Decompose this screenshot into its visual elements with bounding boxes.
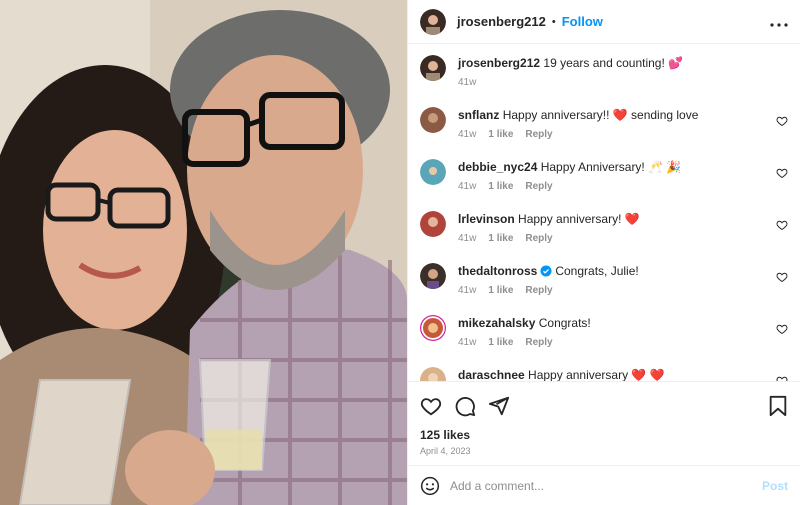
comment-text: Congrats! [538,316,591,330]
emoji-icon[interactable] [420,476,440,496]
commenter-avatar[interactable] [420,107,446,133]
post-date[interactable]: April 4, 2023 [420,446,788,456]
comment-input[interactable] [450,478,762,493]
author-avatar[interactable] [420,8,446,35]
caption-age[interactable]: 41w [458,77,476,88]
commenter-avatar[interactable] [420,159,446,185]
separator-dot: • [551,15,556,28]
caption-avatar[interactable] [420,55,446,81]
share-icon[interactable] [488,395,510,417]
comment-age[interactable]: 41w [458,337,476,348]
more-options-icon[interactable] [770,11,788,32]
caption: jrosenberg212 19 years and counting! 💕 4… [420,55,788,107]
reply-button[interactable]: Reply [525,337,552,348]
reply-button[interactable]: Reply [525,181,552,192]
comment-username[interactable]: lrlevinson [458,212,515,226]
like-comment-heart-icon[interactable] [776,167,788,179]
comment-likes[interactable]: 1 like [488,337,513,348]
reply-button[interactable]: Reply [525,129,552,140]
like-comment-heart-icon[interactable] [776,271,788,283]
comment-text: Happy anniversary!! ❤️ sending love [502,108,699,122]
comment-age[interactable]: 41w [458,129,476,140]
comment-row: daraschnee Happy anniversary ❤️ ❤️ [420,367,788,381]
comment-username[interactable]: debbie_nyc24 [458,160,537,174]
post-header: jrosenberg212 • Follow [408,0,800,44]
like-comment-heart-icon[interactable] [776,323,788,335]
comment-age[interactable]: 41w [458,181,476,192]
comment-icon[interactable] [454,395,476,417]
comment-text: Happy anniversary ❤️ ❤️ [528,368,665,381]
comment-username[interactable]: snflanz [458,108,499,122]
post-photo[interactable] [0,0,407,505]
comments-list[interactable]: jrosenberg212 19 years and counting! 💕 4… [408,45,800,381]
comment-row: debbie_nyc24 Happy Anniversary! 🥂 🎉 41w 1… [420,159,788,211]
comment-likes[interactable]: 1 like [488,285,513,296]
like-comment-heart-icon[interactable] [776,115,788,127]
comment-row: snflanz Happy anniversary!! ❤️ sending l… [420,107,788,159]
comment-username[interactable]: mikezahalsky [458,316,535,330]
post-details-panel: jrosenberg212 • Follow jrosenberg212 19 … [407,0,800,505]
comment-row: thedaltonross Congrats, Julie! 41w 1 like R… [420,263,788,315]
post-comment-button[interactable]: Post [762,479,788,493]
comment-text: Congrats, Julie! [555,264,639,278]
comment-likes[interactable]: 1 like [488,181,513,192]
comment-composer: Post [408,465,800,505]
likes-count[interactable]: 125 likes [420,428,788,442]
comment-likes[interactable]: 1 like [488,233,513,244]
commenter-avatar[interactable] [420,263,446,289]
comment-row: lrlevinson Happy anniversary! ❤️ 41w 1 li… [420,211,788,263]
post-modal: jrosenberg212 • Follow jrosenberg212 19 … [0,0,800,505]
comment-row: mikezahalsky Congrats! 41w 1 like Reply [420,315,788,367]
like-comment-heart-icon[interactable] [776,219,788,231]
comment-age[interactable]: 41w [458,285,476,296]
photo-illustration [0,0,407,505]
comment-likes[interactable]: 1 like [488,129,513,140]
comment-username[interactable]: thedaltonross [458,264,537,278]
commenter-avatar[interactable] [420,367,446,381]
reply-button[interactable]: Reply [525,285,552,296]
heart-icon[interactable] [420,395,442,417]
follow-button[interactable]: Follow [562,14,603,29]
comment-text: Happy anniversary! ❤️ [518,212,640,226]
caption-username[interactable]: jrosenberg212 [458,56,540,70]
reply-button[interactable]: Reply [525,233,552,244]
post-actions: 125 likes April 4, 2023 [408,381,800,456]
comment-text: Happy Anniversary! 🥂 🎉 [540,160,682,174]
caption-text: 19 years and counting! 💕 [543,56,684,70]
comment-username[interactable]: daraschnee [458,368,525,381]
author-username[interactable]: jrosenberg212 [457,14,546,29]
commenter-avatar-story-ring[interactable] [420,315,446,341]
bookmark-icon[interactable] [768,395,788,417]
verified-badge-icon [540,265,552,277]
comment-age[interactable]: 41w [458,233,476,244]
commenter-avatar[interactable] [420,211,446,237]
